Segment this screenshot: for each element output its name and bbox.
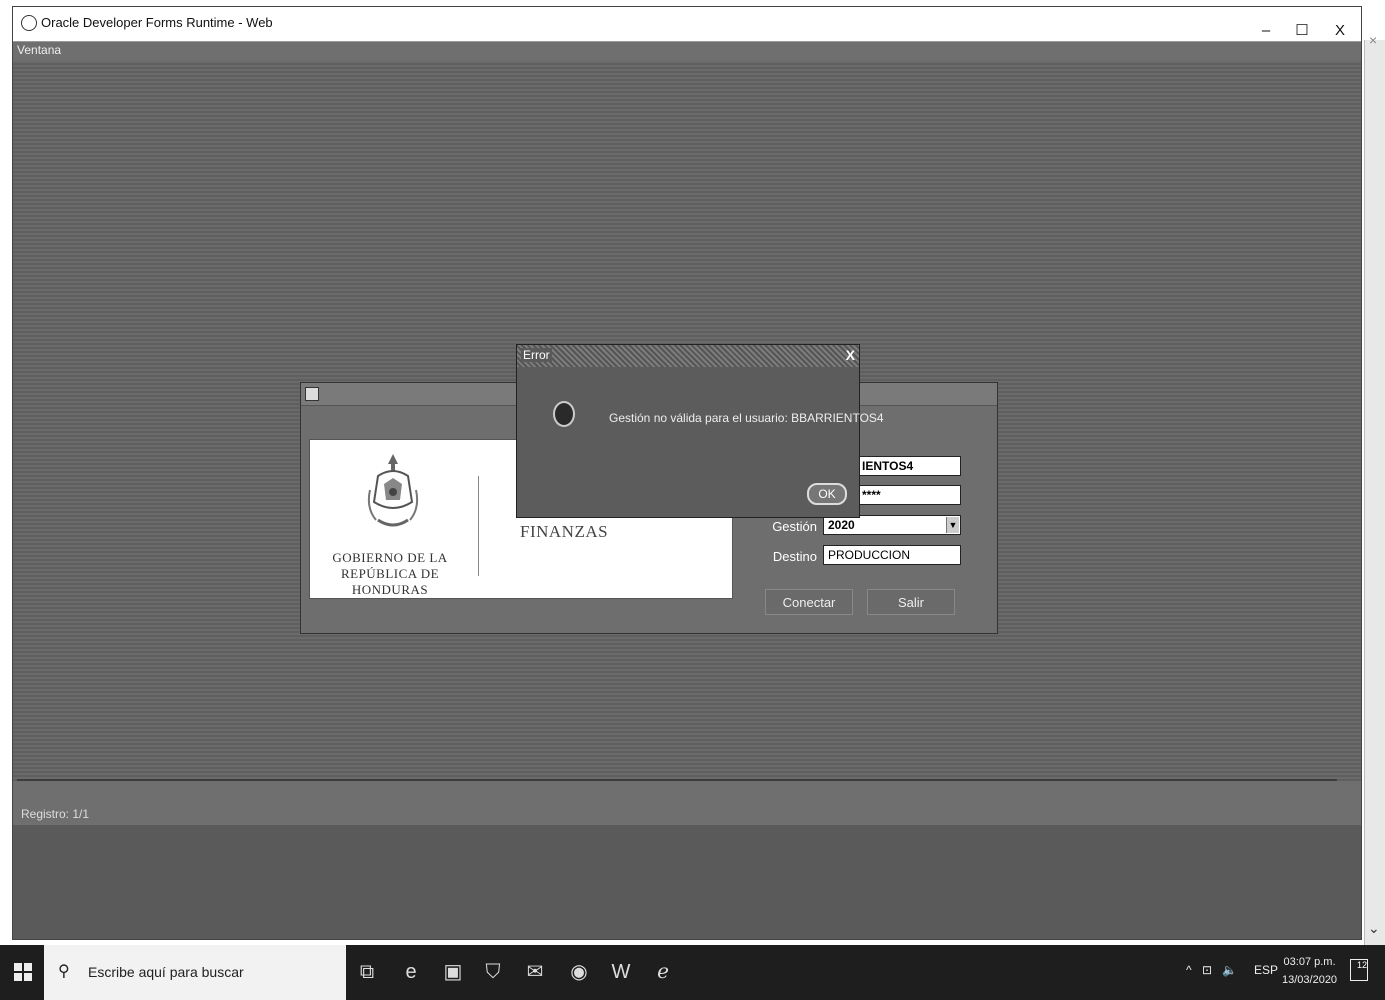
word-icon[interactable]: W — [608, 959, 634, 985]
coat-of-arms-icon — [367, 454, 419, 527]
clock-time: 03:07 p.m. — [1283, 956, 1336, 968]
network-icon[interactable]: ⊡ — [1202, 963, 1212, 977]
maximize-button[interactable]: ☐ — [1289, 21, 1315, 41]
exit-button[interactable]: Salir — [867, 589, 955, 615]
store-icon[interactable]: ⛉ — [480, 959, 506, 985]
logo-divider — [478, 476, 479, 576]
taskbar-clock[interactable]: 03:07 p.m. 13/03/2020 — [1282, 953, 1337, 989]
destino-field[interactable]: PRODUCCION — [823, 545, 961, 565]
form-icon — [305, 387, 319, 401]
gestion-label: Gestión — [772, 519, 817, 534]
internet-explorer-icon[interactable]: ℯ — [650, 959, 676, 985]
mail-icon[interactable]: ✉ — [522, 959, 548, 985]
taskbar-search[interactable]: ⚲ Escribe aquí para buscar — [44, 945, 346, 1000]
record-status: Registro: 1/1 — [21, 807, 90, 821]
lower-panel — [13, 825, 1361, 939]
search-icon: ⚲ — [58, 963, 70, 980]
government-name: GOBIERNO DE LA REPÚBLICA DE HONDURAS — [310, 550, 470, 598]
error-title: Error — [521, 348, 552, 362]
notification-count: 12 — [1356, 960, 1367, 970]
gestion-value: 2020 — [828, 518, 855, 532]
language-indicator[interactable]: ESP — [1254, 963, 1278, 977]
minimize-button[interactable]: – — [1253, 21, 1279, 41]
title-bar[interactable]: Oracle Developer Forms Runtime - Web – ☐… — [13, 7, 1361, 42]
taskbar: ⚲ Escribe aquí para buscar ⧉ e ▣ ⛉ ✉ ◉ W… — [0, 945, 1385, 1000]
notification-center-icon[interactable]: 12 — [1350, 959, 1368, 981]
error-title-bar[interactable]: Error X — [517, 345, 859, 367]
windows-logo-icon — [14, 963, 32, 981]
close-button[interactable]: X — [1327, 21, 1353, 41]
chevron-down-icon[interactable]: ▼ — [946, 517, 959, 533]
oracle-app-icon — [21, 15, 37, 31]
destino-label: Destino — [772, 549, 817, 564]
gov-line-1: GOBIERNO DE LA — [332, 550, 448, 565]
start-button[interactable] — [0, 945, 44, 1000]
browser-close-icon[interactable]: × — [1369, 32, 1377, 48]
scroll-down-icon[interactable]: ⌄ — [1368, 920, 1380, 937]
gov-line-2: REPÚBLICA DE HONDURAS — [340, 566, 440, 597]
status-line: Registro: 1/1 — [17, 779, 1337, 827]
task-view-icon[interactable]: ⧉ — [354, 959, 380, 985]
browser-scrollbar[interactable]: × ⌄ — [1364, 32, 1385, 945]
chrome-icon[interactable]: ◉ — [566, 959, 592, 985]
connect-button[interactable]: Conectar — [765, 589, 853, 615]
user-field[interactable]: IENTOS4 — [857, 456, 961, 476]
file-explorer-icon[interactable]: ▣ — [440, 959, 466, 985]
error-message: Gestión no válida para el usuario: BBARR… — [609, 411, 884, 425]
ok-button[interactable]: OK — [807, 483, 847, 505]
password-field[interactable]: **** — [857, 485, 961, 505]
window-title: Oracle Developer Forms Runtime - Web — [41, 15, 273, 30]
clock-date: 13/03/2020 — [1282, 974, 1338, 986]
volume-icon[interactable]: 🔈 — [1222, 963, 1237, 977]
stop-error-icon — [553, 401, 575, 427]
error-close-button[interactable]: X — [846, 347, 855, 363]
error-dialog: Error X Gestión no válida para el usuari… — [516, 344, 884, 518]
gestion-select[interactable]: 2020 ▼ — [823, 515, 961, 535]
edge-icon[interactable]: e — [398, 959, 424, 985]
search-placeholder: Escribe aquí para buscar — [88, 964, 244, 980]
menu-bar: Ventana — [13, 41, 1361, 61]
menu-ventana[interactable]: Ventana — [17, 43, 61, 57]
tray-chevron-up-icon[interactable]: ^ — [1186, 963, 1192, 977]
